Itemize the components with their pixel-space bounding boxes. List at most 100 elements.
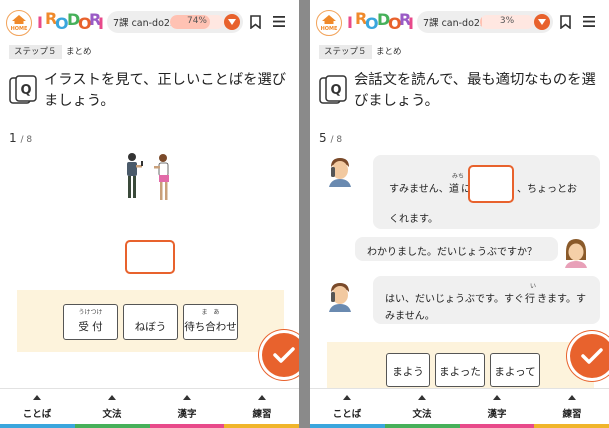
dialog-bubble-3: はい、だいじょうぶです。すぐ い 行 きます。す みません。: [373, 276, 600, 324]
answer-blank[interactable]: [468, 165, 514, 203]
step-subtitle: まとめ: [376, 47, 402, 57]
tab-label: 文法: [102, 409, 122, 420]
question-cards-icon: Q: [319, 75, 347, 104]
dialog-text: はい、だいじょうぶです。すぐ: [385, 294, 524, 305]
dialog-text: 道: [449, 184, 459, 195]
choice-button[interactable]: まよう: [386, 353, 430, 387]
tab-kotoba[interactable]: ことば: [310, 389, 384, 425]
logo-letter: I: [347, 13, 353, 32]
dialog-text: くれます。: [389, 214, 438, 225]
progress-bar: 74%: [170, 15, 224, 29]
progress-percent: 3%: [499, 16, 515, 26]
tab-bunpo[interactable]: 文法: [75, 389, 149, 425]
dialog-ruby: みち: [452, 173, 465, 180]
tab-label: 漢字: [487, 409, 507, 420]
dialog-text: わかりました。だいじょうぶですか？: [367, 247, 537, 258]
svg-text:Q: Q: [20, 83, 31, 98]
choice-button[interactable]: まよった: [435, 353, 485, 387]
bottom-tab-bar: ことば 文法 漢字 練習: [310, 388, 609, 425]
tab-label: 練習: [252, 409, 272, 420]
dialog-ruby: い: [530, 283, 537, 290]
man-on-phone-avatar: [329, 283, 351, 312]
home-button[interactable]: HOME: [6, 10, 32, 36]
check-answer-button[interactable]: [570, 334, 609, 378]
home-button[interactable]: HOME: [316, 10, 342, 36]
rainbow-strip: [310, 424, 609, 428]
chevron-down-icon: [538, 19, 546, 25]
answer-blank[interactable]: [125, 240, 175, 274]
home-icon: [12, 15, 26, 24]
choice-label: 受 付: [78, 321, 103, 333]
choice-button[interactable]: うけつけ 受 付: [63, 304, 118, 340]
tab-label: 漢字: [177, 409, 197, 420]
man-on-phone-avatar: [329, 158, 351, 187]
question-text: イラストを見て、正しいことばを選びましょう。: [44, 72, 287, 109]
screen-question-1: HOME I R O D O R I 7課 can-do23 74% ステップ５…: [0, 0, 299, 428]
app-header: HOME I R O D O R I 7課 can-do23 74%: [0, 0, 299, 44]
question-text: 会話文を読んで、最も適切なものを選びましょう。: [354, 72, 596, 109]
choice-button[interactable]: まよって: [490, 353, 540, 387]
tab-label: ことば: [332, 409, 362, 420]
check-answer-button[interactable]: [262, 333, 299, 377]
choice-label: まよった: [439, 366, 481, 378]
choice-ruby: うけつけ: [78, 309, 103, 316]
tab-kotoba[interactable]: ことば: [0, 389, 74, 425]
course-selector[interactable]: 7課 can-do23 74%: [107, 11, 243, 33]
step-badge: ステップ５: [319, 45, 372, 59]
choice-label: まよって: [494, 366, 536, 378]
choice-area: まよう まよった まよって: [327, 342, 594, 388]
course-lesson: 7課 can-do23: [113, 18, 176, 29]
bookmark-icon[interactable]: [560, 15, 571, 29]
checkmark-icon: [273, 347, 295, 363]
dialog-text: 、ちょっとお: [517, 184, 577, 195]
choice-label: まよう: [392, 366, 424, 378]
tab-arrow-icon: [108, 395, 116, 400]
illustration-two-people-meeting: [127, 153, 169, 200]
step-subtitle: まとめ: [66, 47, 92, 57]
svg-text:Q: Q: [330, 83, 341, 98]
course-dropdown-button[interactable]: [224, 14, 240, 30]
tab-arrow-icon: [418, 395, 426, 400]
home-label: HOME: [10, 26, 28, 32]
counter-current: 5: [319, 131, 327, 145]
course-selector[interactable]: 7課 can-do23 3%: [417, 11, 553, 33]
logo-letter: I: [98, 14, 104, 33]
logo-letter: I: [408, 14, 414, 33]
tab-label: 練習: [562, 409, 582, 420]
counter-total: / 8: [330, 135, 343, 145]
question-counter: 5 / 8: [319, 131, 342, 145]
tab-renshu[interactable]: 練習: [535, 389, 609, 425]
step-badge: ステップ５: [9, 45, 62, 59]
tab-arrow-icon: [33, 395, 41, 400]
choice-label: 待ち合わせ: [184, 321, 237, 333]
dialog-text: きます。す: [537, 294, 586, 305]
tab-arrow-icon: [568, 395, 576, 400]
tab-label: 文法: [412, 409, 432, 420]
bookmark-icon[interactable]: [250, 15, 261, 29]
hamburger-menu-icon[interactable]: [583, 16, 595, 27]
dialog-bubble-2: わかりました。だいじょうぶですか？: [355, 237, 558, 261]
chevron-down-icon: [228, 19, 236, 25]
home-label: HOME: [320, 26, 338, 32]
choice-button[interactable]: ま あ 待ち合わせ: [183, 304, 238, 340]
dialog-text: すみません、: [389, 184, 449, 195]
tab-arrow-icon: [493, 395, 501, 400]
choice-ruby: ま あ: [201, 309, 220, 316]
screen-question-5: HOME I R O D O R I 7課 can-do23 3% ステップ５ …: [310, 0, 609, 428]
choice-button[interactable]: ねぼう: [123, 304, 178, 340]
home-icon: [322, 15, 336, 24]
logo-letter: I: [37, 13, 43, 32]
choice-area: うけつけ 受 付 ねぼう ま あ 待ち合わせ: [17, 290, 284, 352]
bottom-tab-bar: ことば 文法 漢字 練習: [0, 388, 299, 425]
tab-kanji[interactable]: 漢字: [150, 389, 224, 425]
dialog-text: 行: [525, 294, 535, 305]
hamburger-menu-icon[interactable]: [273, 16, 285, 27]
counter-current: 1: [9, 131, 17, 145]
course-dropdown-button[interactable]: [534, 14, 550, 30]
tab-renshu[interactable]: 練習: [225, 389, 299, 425]
tab-arrow-icon: [343, 395, 351, 400]
progress-percent: 74%: [186, 16, 207, 26]
tab-kanji[interactable]: 漢字: [460, 389, 534, 425]
tab-bunpo[interactable]: 文法: [385, 389, 459, 425]
irodori-logo: I R O D O R I: [37, 8, 104, 34]
